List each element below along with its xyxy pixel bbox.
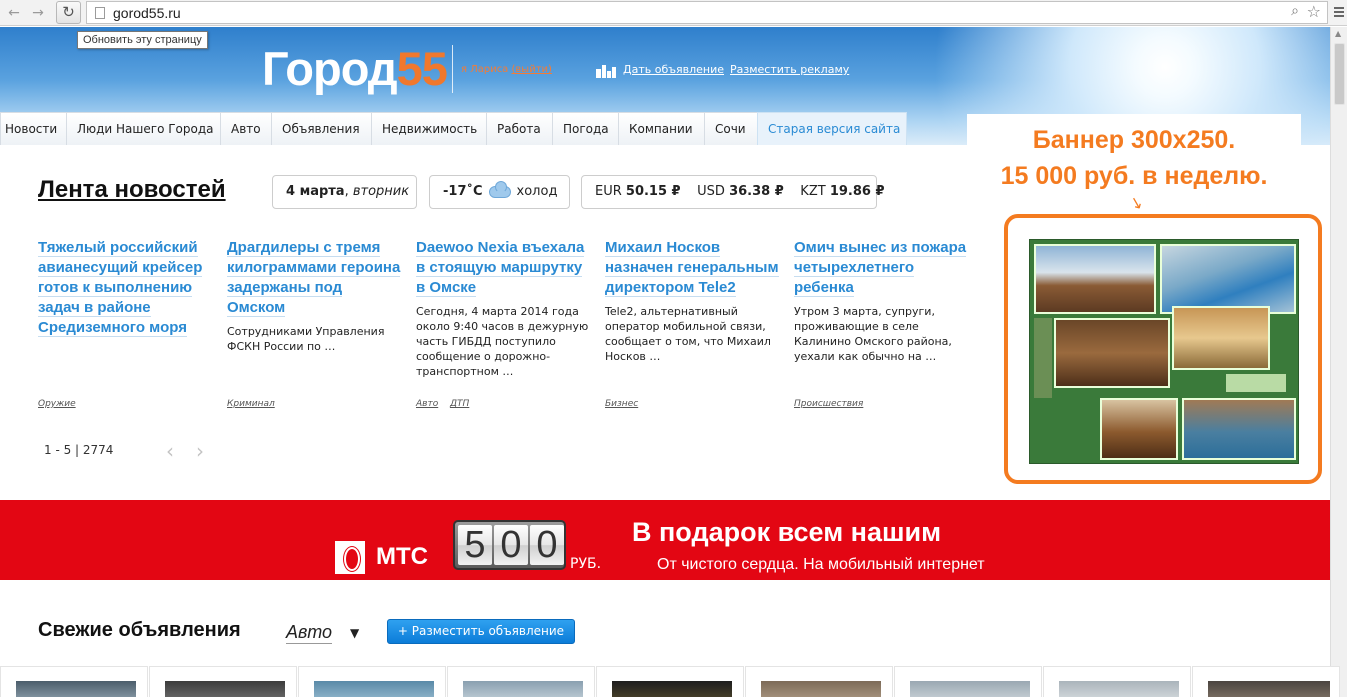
- news-item: Daewoo Nexia въехала в стоящую маршрутку…: [416, 238, 591, 379]
- tab-companies[interactable]: Компании: [618, 112, 705, 145]
- news-excerpt: Утром 3 марта, супруги, проживающие в се…: [794, 305, 952, 363]
- news-tag[interactable]: Происшествия: [794, 399, 863, 409]
- currency-widget: EUR 50.15 ₽ USD 36.38 ₽ KZT 19.86 ₽: [581, 175, 885, 209]
- fresh-ads-title: Свежие объявления: [38, 619, 241, 641]
- site-logo[interactable]: Город55: [262, 41, 448, 96]
- mts-logo-icon: [335, 541, 365, 574]
- search-icon[interactable]: ⌕: [1291, 3, 1299, 19]
- tab-weather[interactable]: Погода: [552, 112, 619, 145]
- ad-thumbnail[interactable]: [1192, 666, 1340, 697]
- news-title[interactable]: Daewoo Nexia въехала в стоящую маршрутку…: [416, 239, 585, 297]
- tab-jobs[interactable]: Работа: [486, 112, 553, 145]
- bookmark-star-icon[interactable]: ☆: [1307, 2, 1321, 21]
- page-scrollbar[interactable]: ▲: [1330, 27, 1347, 697]
- banner-price-label: Баннер 300x250. 15 000 руб. в неделю.: [967, 114, 1301, 204]
- prev-page-icon[interactable]: ‹: [166, 439, 174, 463]
- scrollbar-thumb[interactable]: [1334, 43, 1345, 105]
- user-name[interactable]: я Лариса: [461, 64, 508, 75]
- news-item: Тяжелый российский авианесущий крейсер г…: [38, 238, 213, 338]
- next-page-icon[interactable]: ›: [196, 439, 204, 463]
- reload-tooltip: Обновить эту страницу: [77, 31, 208, 49]
- news-excerpt: Сотрудниками Управления ФСКН России по …: [227, 325, 385, 353]
- cloud-icon: [488, 180, 511, 198]
- ad-thumbnail[interactable]: [0, 666, 148, 697]
- mts-currency: РУБ.: [570, 556, 602, 572]
- mts-counter: 5 0 0: [453, 520, 566, 570]
- ad-thumbnail[interactable]: [1043, 666, 1191, 697]
- news-excerpt: Tele2, альтернативный оператор мобильной…: [605, 305, 771, 363]
- news-item: Михаил Носков назначен генеральным дирек…: [605, 238, 780, 364]
- mts-brand: МТС: [376, 543, 428, 570]
- ad-thumbnail[interactable]: [447, 666, 595, 697]
- news-feed-title[interactable]: Лента новостей: [38, 176, 226, 204]
- tab-news[interactable]: Новости: [0, 112, 67, 145]
- pager-total[interactable]: 2774: [83, 443, 114, 457]
- mts-subline: От чистого сердца. На мобильный интернет: [657, 556, 985, 573]
- user-info: я Лариса (выйти): [461, 64, 552, 75]
- news-title[interactable]: Драгдилеры с тремя килограммами героина …: [227, 239, 401, 317]
- news-title[interactable]: Тяжелый российский авианесущий крейсер г…: [38, 239, 203, 337]
- news-tag[interactable]: Криминал: [227, 399, 275, 409]
- news-title[interactable]: Омич вынес из пожара четырехлетнего ребе…: [794, 239, 967, 297]
- browser-toolbar: ← → ↻ gorod55.ru ⌕ ☆: [0, 0, 1347, 26]
- city-icon: [596, 65, 616, 78]
- weather-widget[interactable]: -17˚C холод: [429, 175, 570, 209]
- url-text[interactable]: gorod55.ru: [113, 5, 181, 21]
- ad-thumbnail[interactable]: [298, 666, 446, 697]
- news-tag[interactable]: Оружие: [38, 399, 76, 409]
- scroll-up-icon[interactable]: ▲: [1335, 29, 1341, 38]
- address-bar[interactable]: gorod55.ru ⌕ ☆: [86, 1, 1328, 24]
- chevron-down-icon[interactable]: ▼: [350, 626, 359, 640]
- pager-range: 1 - 5: [44, 443, 72, 457]
- news-title[interactable]: Михаил Носков назначен генеральным дирек…: [605, 239, 779, 297]
- date-widget: 4 марта, вторник: [272, 175, 417, 209]
- news-item: Драгдилеры с тремя килограммами героина …: [227, 238, 402, 354]
- news-tag[interactable]: Бизнес: [605, 399, 638, 409]
- news-tag[interactable]: ДТП: [450, 399, 469, 409]
- back-icon[interactable]: ←: [4, 3, 24, 23]
- main-nav: Новости Люди Нашего Города Авто Объявлен…: [0, 112, 907, 145]
- banner-ad-image[interactable]: [1029, 239, 1299, 464]
- ad-thumbnail[interactable]: [596, 666, 744, 697]
- news-tag[interactable]: Авто: [416, 399, 438, 409]
- forward-icon[interactable]: →: [28, 3, 48, 23]
- place-ad-button[interactable]: + Разместить объявление: [387, 619, 575, 644]
- page-icon: [95, 7, 105, 19]
- news-excerpt: Сегодня, 4 марта 2014 года около 9:40 ча…: [416, 305, 589, 378]
- post-ad-link[interactable]: Дать объявление: [623, 63, 724, 76]
- tab-people[interactable]: Люди Нашего Города: [66, 112, 221, 145]
- tab-old-version[interactable]: Старая версия сайта: [757, 112, 907, 145]
- advertise-link[interactable]: Разместить рекламу: [730, 63, 849, 76]
- logo-divider: [452, 45, 453, 93]
- ad-thumbnail[interactable]: [894, 666, 1042, 697]
- tab-auto[interactable]: Авто: [220, 112, 272, 145]
- ad-thumbnail[interactable]: [745, 666, 893, 697]
- mts-headline: В подарок всем нашим: [632, 517, 942, 547]
- news-pager: 1 - 5 | 2774: [44, 443, 114, 457]
- tab-ads[interactable]: Объявления: [271, 112, 372, 145]
- category-select[interactable]: Авто: [286, 622, 333, 644]
- ad-thumbnail[interactable]: [149, 666, 297, 697]
- tab-realty[interactable]: Недвижимость: [371, 112, 487, 145]
- logout-link[interactable]: (выйти): [512, 64, 552, 75]
- news-item: Омич вынес из пожара четырехлетнего ребе…: [794, 238, 969, 364]
- tab-sochi[interactable]: Сочи: [704, 112, 758, 145]
- menu-icon[interactable]: [1334, 7, 1344, 19]
- reload-button[interactable]: ↻: [56, 1, 81, 24]
